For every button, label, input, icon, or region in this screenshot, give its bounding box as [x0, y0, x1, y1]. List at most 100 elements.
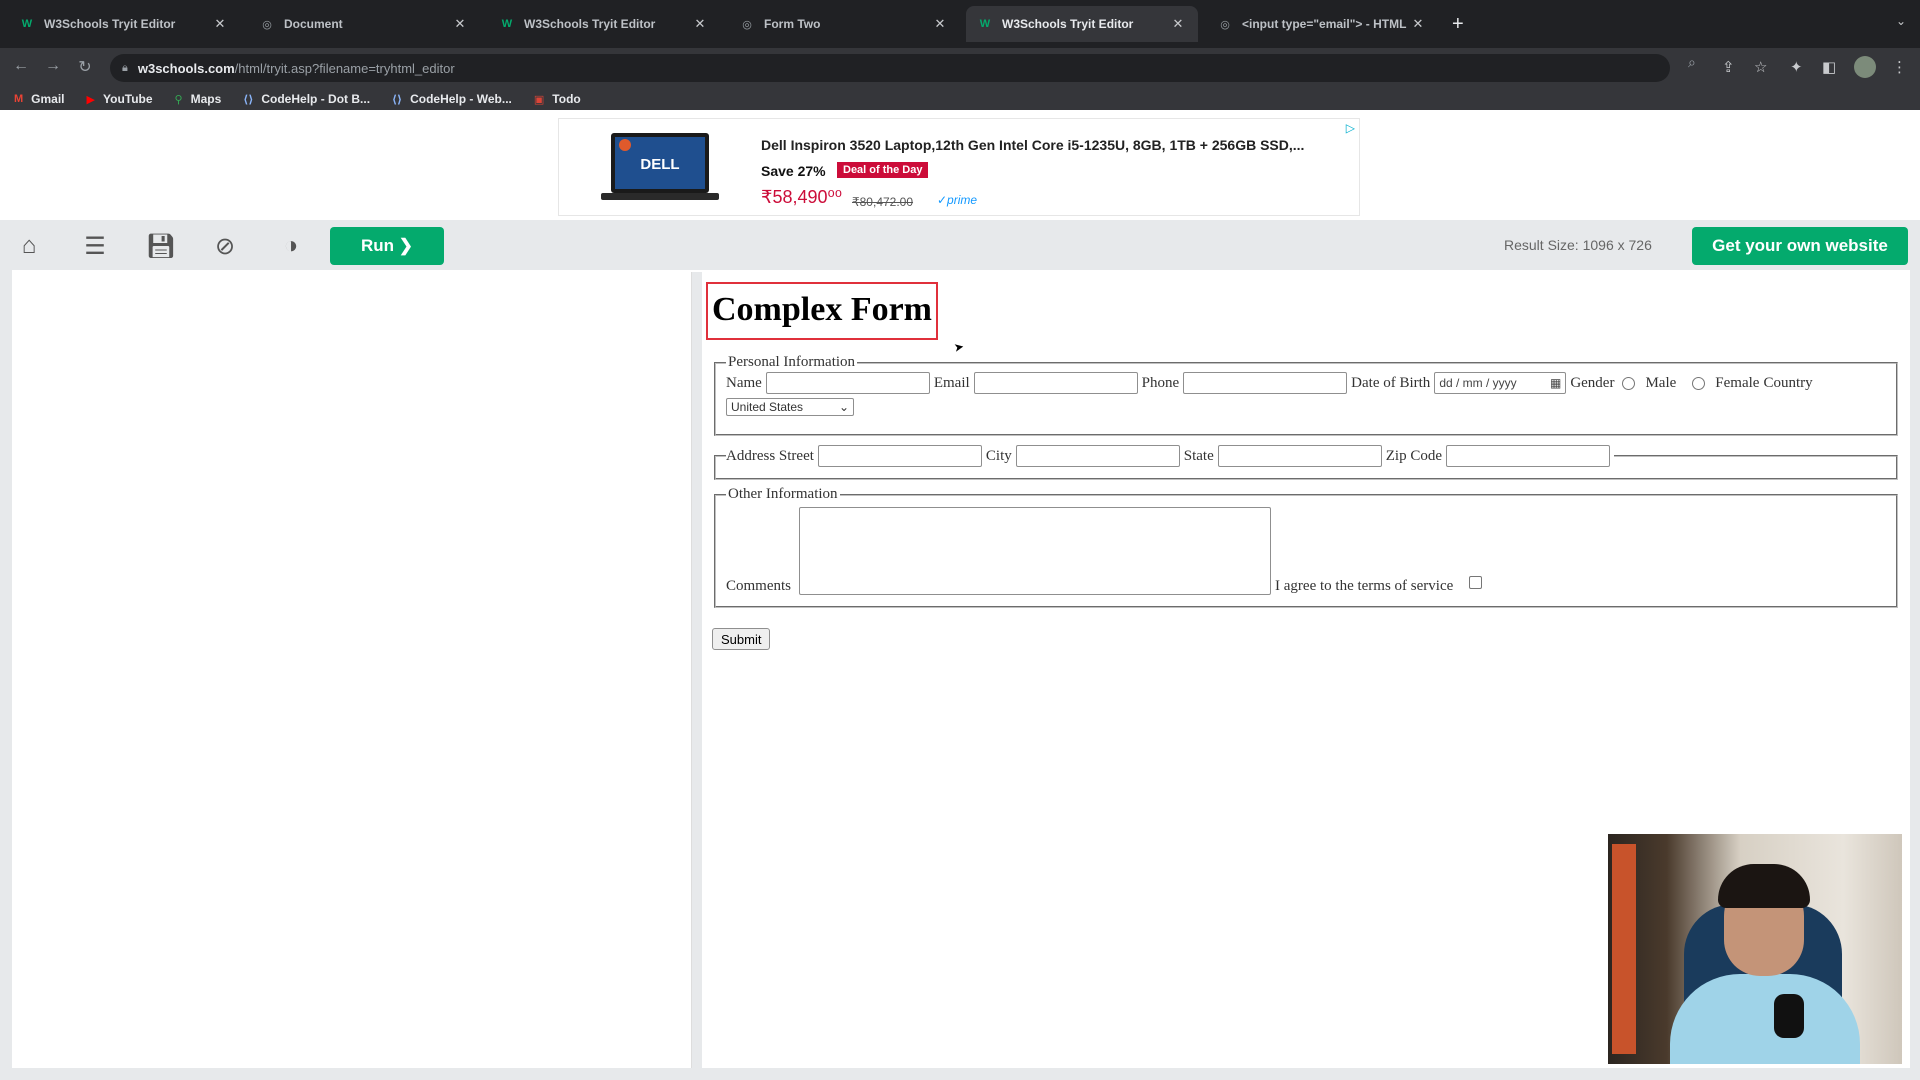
gmail-icon: M [14, 93, 24, 105]
menu-kebab-icon[interactable]: ⋮ [1892, 58, 1907, 76]
webcam-presenter-body [1670, 974, 1860, 1064]
bookmark-label: Todo [552, 92, 581, 106]
comments-label: Comments [726, 578, 792, 594]
bookmark-gmail[interactable]: M Gmail [14, 92, 65, 106]
code-editor-panel[interactable] [12, 272, 692, 1072]
browser-tab[interactable]: ◎ Form Two ✕ [728, 6, 960, 42]
codehelp-icon: ⟨⟩ [243, 93, 254, 106]
get-your-own-website-button[interactable]: Get your own website [1692, 227, 1908, 265]
close-tab-icon[interactable]: ✕ [932, 16, 948, 32]
browser-tab-active[interactable]: W W3Schools Tryit Editor ✕ [966, 6, 1198, 42]
email-label: Email [933, 374, 970, 391]
theme-contrast-icon[interactable]: ◑ [274, 232, 308, 260]
browser-tab[interactable]: ◎ <input type="email"> - HTML ✕ [1206, 6, 1438, 42]
bookmark-star-icon[interactable]: ☆ [1754, 58, 1767, 76]
ad-banner[interactable]: DELL Dell Inspiron 3520 Laptop,12th Gen … [558, 118, 1360, 216]
bookmark-youtube[interactable]: ▶ YouTube [87, 92, 153, 106]
panel-divider[interactable] [692, 272, 702, 1080]
panel-frame-bottom [0, 1068, 1920, 1080]
menu-hamburger-icon[interactable]: ☰ [78, 232, 112, 260]
tab-title: W3Schools Tryit Editor [44, 17, 176, 31]
bookmark-label: YouTube [103, 92, 153, 106]
laptop-product-image[interactable]: DELL [597, 129, 723, 205]
tab-title: Form Two [764, 17, 821, 31]
lock-icon[interactable]: 🔒︎ [122, 62, 128, 75]
calendar-icon[interactable]: ▦ [1550, 376, 1561, 390]
bookmark-maps[interactable]: ⚲ Maps [175, 92, 222, 106]
rotate-layout-icon[interactable]: ⊘ [208, 232, 242, 260]
reload-icon[interactable]: ↻ [74, 57, 96, 77]
save-icon[interactable]: 💾︎ [144, 232, 178, 260]
phone-label: Phone [1141, 374, 1180, 391]
bookmark-label: Gmail [31, 92, 65, 106]
extensions-puzzle-icon[interactable]: ✦ [1790, 58, 1803, 76]
country-label: Country [1763, 374, 1813, 391]
close-tab-icon[interactable]: ✕ [452, 16, 468, 32]
side-panel-icon[interactable]: ◧ [1822, 58, 1836, 76]
home-icon[interactable]: ⌂ [12, 232, 46, 260]
city-input[interactable] [1015, 445, 1180, 467]
comments-textarea[interactable] [799, 507, 1272, 595]
close-tab-icon[interactable]: ✕ [212, 16, 228, 32]
tab-title: <input type="email"> - HTML [1242, 17, 1407, 31]
webcam-microphone [1774, 994, 1804, 1038]
run-button[interactable]: Run ❯ [330, 227, 444, 265]
tryit-toolbar: ⌂ ☰ 💾︎ ⊘ ◑ Run ❯ Result Size: 1096 x 726… [0, 220, 1920, 270]
personal-row: Name Email Phone Date of Birth dd / mm /… [726, 371, 1886, 395]
profile-avatar[interactable] [1854, 56, 1876, 78]
browser-tab[interactable]: W W3Schools Tryit Editor ✕ [8, 6, 240, 42]
todo-icon: ▣ [533, 93, 545, 106]
close-tab-icon[interactable]: ✕ [692, 16, 708, 32]
share-icon[interactable]: ⇪ [1722, 58, 1735, 76]
personal-information-fieldset: Personal Information Name Email Phone Da… [714, 354, 1898, 436]
w3schools-favicon-icon: W [21, 18, 33, 30]
country-selected-value: United States [731, 400, 804, 414]
bookmark-todo[interactable]: ▣ Todo [534, 92, 581, 106]
dob-placeholder: dd / mm / yyyy [1439, 376, 1517, 390]
other-information-fieldset: Other Information Comments I agree to th… [714, 486, 1898, 608]
url-host: w3schools.com [137, 60, 235, 76]
new-tab-plus-icon[interactable]: + [1452, 12, 1464, 36]
zoom-icon[interactable]: ⌕ [1688, 54, 1696, 71]
bookmark-codehelp-dot[interactable]: ⟨⟩ CodeHelp - Dot B... [243, 92, 370, 106]
submit-button[interactable]: Submit [712, 628, 771, 650]
form-heading: Complex Form [706, 282, 939, 340]
ad-discount: Save 27% [761, 163, 826, 179]
globe-favicon-icon: ◎ [742, 18, 752, 31]
browser-tab[interactable]: ◎ Document ✕ [248, 6, 480, 42]
bookmarks-bar: M Gmail ▶ YouTube ⚲ Maps ⟨⟩ CodeHelp - Dot B… [0, 88, 1920, 110]
state-input[interactable] [1217, 445, 1382, 467]
date-of-birth-input[interactable]: dd / mm / yyyy ▦ [1434, 372, 1567, 394]
close-tab-icon[interactable]: ✕ [1170, 16, 1186, 32]
webcam-background-shelf [1612, 844, 1636, 1054]
terms-checkbox[interactable] [1469, 576, 1483, 589]
tab-search-chevron-icon[interactable]: ⌄ [1896, 14, 1906, 28]
address-bar[interactable]: 🔒︎ w3schools.com /html/tryit.asp?filenam… [110, 54, 1670, 82]
forward-arrow-icon[interactable]: → [42, 57, 64, 75]
gender-female-radio[interactable] [1692, 376, 1706, 390]
panel-frame-right [1910, 270, 1920, 1080]
email-input[interactable] [973, 372, 1138, 394]
gender-male-radio[interactable] [1622, 376, 1636, 390]
close-tab-icon[interactable]: ✕ [1410, 16, 1426, 32]
browser-tab[interactable]: W W3Schools Tryit Editor ✕ [488, 6, 720, 42]
bookmark-codehelp-web[interactable]: ⟨⟩ CodeHelp - Web... [392, 92, 512, 106]
panel-frame-left [0, 270, 12, 1080]
street-input[interactable] [817, 445, 982, 467]
country-select[interactable]: United States ⌄ [726, 398, 854, 416]
phone-input[interactable] [1183, 372, 1348, 394]
tab-title: W3Schools Tryit Editor [1002, 17, 1134, 31]
ad-title[interactable]: Dell Inspiron 3520 Laptop,12th Gen Intel… [761, 137, 1351, 153]
gender-label: Gender [1570, 374, 1615, 391]
ad-choices-icon[interactable]: ▷ [1346, 121, 1355, 135]
dob-label: Date of Birth [1351, 374, 1431, 391]
webcam-overlay [1608, 834, 1902, 1064]
city-label: City [985, 447, 1012, 464]
back-arrow-icon[interactable]: ← [10, 57, 32, 75]
bookmark-label: CodeHelp - Web... [410, 92, 512, 106]
address-row: Address Street City State Zip Code [726, 444, 1614, 468]
name-input[interactable] [765, 372, 930, 394]
tab-title: W3Schools Tryit Editor [524, 17, 656, 31]
browser-toolbar: ← → ↻ 🔒︎ w3schools.com /html/tryit.asp?f… [0, 48, 1920, 88]
zip-input[interactable] [1446, 445, 1610, 467]
